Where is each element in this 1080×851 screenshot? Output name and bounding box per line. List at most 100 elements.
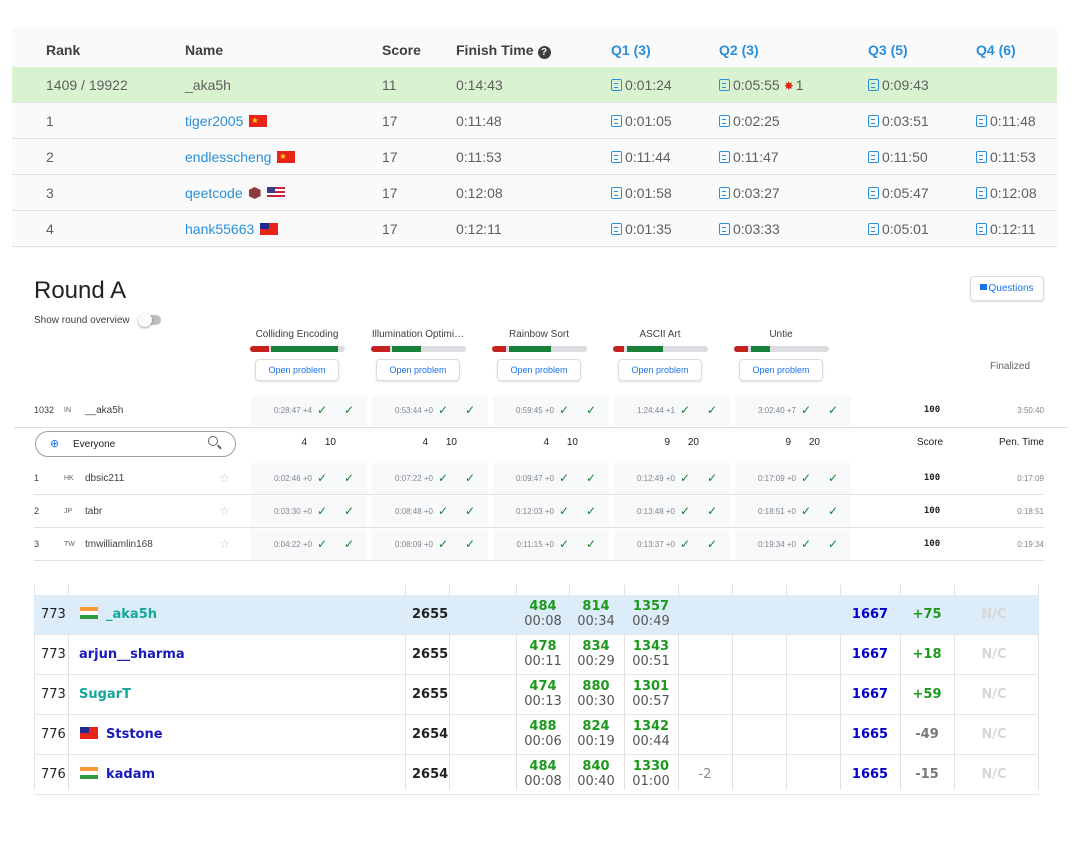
row-penalty: 3:50:40 bbox=[1017, 406, 1044, 415]
problem-score: 1301 bbox=[632, 679, 670, 694]
problem-b-result[interactable]: 840 00:40 bbox=[570, 755, 622, 795]
problem-c-result[interactable]: 1357 00:49 bbox=[625, 595, 677, 635]
user-link[interactable]: qeetcode bbox=[185, 185, 243, 201]
hack-result bbox=[679, 715, 731, 755]
participant-name[interactable]: __aka5h bbox=[85, 394, 123, 427]
user-handle[interactable]: SugarT bbox=[79, 675, 131, 715]
row-q1[interactable]: 0:11:44 bbox=[611, 139, 671, 175]
row-q1[interactable]: 0:01:58 bbox=[611, 175, 672, 211]
user-handle[interactable]: arjun__sharma bbox=[79, 635, 185, 675]
user-handle[interactable]: _aka5h bbox=[74, 595, 157, 635]
rating: 1665 bbox=[851, 767, 889, 782]
comment-icon bbox=[980, 284, 988, 290]
search-icon[interactable] bbox=[208, 436, 218, 446]
country-code: IN bbox=[64, 407, 71, 414]
q4-time: 0:12:08 bbox=[990, 185, 1037, 201]
problem-a-result[interactable]: 488 00:06 bbox=[517, 715, 569, 755]
row-q3[interactable]: 0:11:50 bbox=[868, 139, 928, 175]
overview-toggle[interactable] bbox=[138, 313, 161, 327]
row-q1[interactable]: 0:01:05 bbox=[611, 103, 672, 139]
problem-progress bbox=[612, 346, 708, 352]
check-icon: ✓ bbox=[343, 403, 355, 417]
header-q1[interactable]: Q1 (3) bbox=[611, 32, 651, 68]
row-q3[interactable]: 0:03:51 bbox=[868, 103, 929, 139]
problem-score: 1330 bbox=[632, 759, 670, 774]
problem-b-result[interactable]: 824 00:19 bbox=[570, 715, 622, 755]
help-icon[interactable]: ? bbox=[537, 46, 551, 59]
problem-b-result[interactable]: 880 00:30 bbox=[570, 675, 622, 715]
flag-in-icon bbox=[80, 767, 98, 779]
row-q4[interactable]: 0:12:11 bbox=[976, 211, 1036, 247]
problem-a-result[interactable]: 474 00:13 bbox=[517, 675, 569, 715]
user-handle[interactable]: Ststone bbox=[74, 715, 163, 755]
my-q2-wrong-count: 1 bbox=[795, 77, 804, 93]
row-score: 100 bbox=[923, 405, 941, 415]
row-q3[interactable]: 0:05:01 bbox=[868, 211, 929, 247]
visible-points: 4 bbox=[543, 437, 549, 448]
my-q3[interactable]: 0:09:43 bbox=[868, 67, 929, 103]
open-problem-button[interactable]: Open problem bbox=[255, 359, 339, 381]
country-code: HK bbox=[64, 475, 74, 482]
row-q1[interactable]: 0:01:35 bbox=[611, 211, 672, 247]
problem-time: 00:19 bbox=[577, 734, 615, 749]
attempted-segment bbox=[370, 346, 390, 352]
problem-c-result[interactable]: 1343 00:51 bbox=[625, 635, 677, 675]
handle-text[interactable]: arjun__sharma bbox=[79, 647, 185, 662]
toggle-knob[interactable] bbox=[138, 313, 152, 327]
star-icon[interactable]: ☆ bbox=[219, 528, 230, 561]
participant-filter[interactable]: ⊕ Everyone bbox=[35, 431, 236, 457]
finalized-label: Finalized bbox=[989, 361, 1031, 372]
row-q4[interactable]: 0:11:48 bbox=[976, 103, 1036, 139]
user-link[interactable]: hank55663 bbox=[185, 221, 254, 237]
check-icon: ✓ bbox=[585, 504, 597, 518]
row-q3[interactable]: 0:05:47 bbox=[868, 175, 929, 211]
handle-text[interactable]: Ststone bbox=[106, 727, 163, 742]
header-q4[interactable]: Q4 (6) bbox=[976, 32, 1016, 68]
problem-column: Untie Open problem bbox=[726, 328, 836, 381]
problem-score: 474 bbox=[529, 679, 557, 694]
problem-b-result[interactable]: 814 00:34 bbox=[570, 595, 622, 635]
problem-c-result[interactable]: 1330 01:00 bbox=[625, 755, 677, 795]
problem-name: Illumination Optimi… bbox=[371, 329, 465, 340]
problem-a-result[interactable]: 478 00:11 bbox=[517, 635, 569, 675]
handle-text[interactable]: kadam bbox=[106, 767, 155, 782]
row-q2[interactable]: 0:03:33 bbox=[719, 211, 780, 247]
participant-name[interactable]: tabr bbox=[85, 495, 102, 528]
participant-name[interactable]: tmwilliamlin168 bbox=[85, 528, 153, 561]
star-icon[interactable]: ☆ bbox=[219, 495, 230, 528]
problem-points: 4 10 bbox=[237, 437, 353, 453]
participant-name[interactable]: dbsic211 bbox=[85, 462, 124, 495]
problem-score: 484 bbox=[529, 759, 557, 774]
problem-a-result[interactable]: 484 00:08 bbox=[517, 595, 569, 635]
star-icon[interactable]: ☆ bbox=[219, 462, 230, 495]
header-q3[interactable]: Q3 (5) bbox=[868, 32, 908, 68]
open-problem-button[interactable]: Open problem bbox=[376, 359, 460, 381]
solve-time: 0:13:37 +0 bbox=[636, 540, 675, 549]
row-q4[interactable]: 0:11:53 bbox=[976, 139, 1036, 175]
my-q2[interactable]: 0:05:55 ✸ 1 bbox=[719, 67, 804, 103]
my-q1[interactable]: 0:01:24 bbox=[611, 67, 672, 103]
open-problem-button[interactable]: Open problem bbox=[739, 359, 823, 381]
user-handle[interactable]: kadam bbox=[74, 755, 155, 795]
row-q2[interactable]: 0:02:25 bbox=[719, 103, 780, 139]
problem-b-result[interactable]: 834 00:29 bbox=[570, 635, 622, 675]
row-q2[interactable]: 0:11:47 bbox=[719, 139, 779, 175]
user-link[interactable]: tiger2005 bbox=[185, 113, 243, 129]
problem-c-result[interactable]: 1342 00:44 bbox=[625, 715, 677, 755]
problem-a-result[interactable]: 484 00:08 bbox=[517, 755, 569, 795]
problem-time: 00:06 bbox=[524, 734, 562, 749]
country-code: JP bbox=[64, 508, 73, 515]
check-icon: ✓ bbox=[558, 403, 570, 417]
user-link[interactable]: endlesscheng bbox=[185, 149, 271, 165]
handle-text[interactable]: _aka5h bbox=[106, 607, 157, 622]
problem-c-result[interactable]: 1301 00:57 bbox=[625, 675, 677, 715]
scoreboard-row: 1032 IN __aka5h 0:28:47 +4 ✓ ✓ 0:53:44 +0 ✓ ✓ 0:5… bbox=[14, 394, 1066, 427]
solve-time: 3:02:40 +7 bbox=[757, 406, 796, 415]
handle-text[interactable]: SugarT bbox=[79, 687, 131, 702]
open-problem-button[interactable]: Open problem bbox=[497, 359, 581, 381]
header-q2[interactable]: Q2 (3) bbox=[719, 32, 759, 68]
open-problem-button[interactable]: Open problem bbox=[618, 359, 702, 381]
row-q4[interactable]: 0:12:08 bbox=[976, 175, 1037, 211]
questions-button[interactable]: Questions bbox=[970, 276, 1044, 301]
row-q2[interactable]: 0:03:27 bbox=[719, 175, 780, 211]
